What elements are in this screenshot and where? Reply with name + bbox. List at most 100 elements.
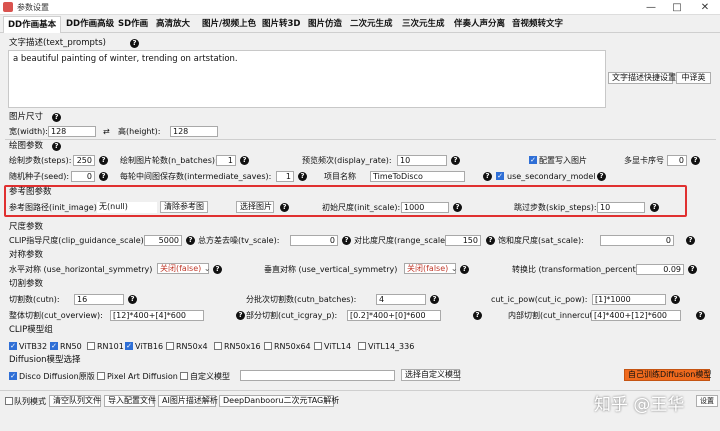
init-image-input[interactable]: 无(null) xyxy=(97,202,157,213)
write-config-label: 配置写入图片 xyxy=(539,156,587,165)
project-input[interactable]: TimeToDisco xyxy=(370,171,465,182)
minimize-button[interactable]: — xyxy=(640,0,662,15)
v-symmetry-select[interactable]: 关闭(false) ⌄ xyxy=(404,263,458,274)
help-icon[interactable]: ? xyxy=(280,203,289,212)
transformation-input[interactable]: 0.09 xyxy=(636,264,684,275)
clip-vitl14-checkbox[interactable] xyxy=(314,342,322,350)
select-image-button[interactable]: 选择图片 xyxy=(236,201,274,213)
cutn-batches-input[interactable]: 4 xyxy=(376,294,426,305)
cut-overview-input[interactable]: [12]*400+[4]*600 xyxy=(110,310,204,321)
help-icon[interactable]: ? xyxy=(483,172,492,181)
help-icon[interactable]: ? xyxy=(52,142,61,151)
train-diffusion-button[interactable]: 自己训练Diffusion模型 xyxy=(624,369,711,381)
maximize-button[interactable]: □ xyxy=(666,0,688,15)
cut-icgray-input[interactable]: [0.2]*400+[0]*600 xyxy=(347,310,441,321)
pixel-art-checkbox[interactable] xyxy=(97,372,105,380)
init-scale-input[interactable]: 1000 xyxy=(401,202,449,213)
clip-scale-input[interactable]: 5000 xyxy=(144,235,182,246)
clear-reference-button[interactable]: 清除参考图 xyxy=(160,201,208,213)
help-icon[interactable]: ? xyxy=(696,311,705,320)
tab-dd-advanced[interactable]: DD作画高级 xyxy=(62,16,118,33)
sat-scale-input[interactable]: 0 xyxy=(600,235,674,246)
tab-colorize[interactable]: 图片/视频上色 xyxy=(198,16,260,33)
choose-custom-model-button[interactable]: 选择自定义模型 xyxy=(401,369,461,381)
help-icon[interactable]: ? xyxy=(52,113,61,122)
help-icon[interactable]: ? xyxy=(213,265,222,274)
help-icon[interactable]: ? xyxy=(430,295,439,304)
clip-vitl14-336-label: ViTL14_336 xyxy=(368,342,415,351)
translate-button[interactable]: 中译英 xyxy=(676,72,711,84)
queue-mode-checkbox[interactable] xyxy=(5,397,13,405)
custom-model-checkbox[interactable] xyxy=(180,372,188,380)
swap-icon[interactable]: ⇄ xyxy=(103,126,110,137)
skip-steps-input[interactable]: 10 xyxy=(597,202,645,213)
clip-rn50-checkbox[interactable] xyxy=(50,342,58,350)
help-icon[interactable]: ? xyxy=(128,295,137,304)
steps-input[interactable]: 250 xyxy=(73,155,95,166)
tv-scale-input[interactable]: 0 xyxy=(290,235,338,246)
help-icon[interactable]: ? xyxy=(236,311,245,320)
height-input[interactable]: 128 xyxy=(170,126,218,137)
help-icon[interactable]: ? xyxy=(99,156,108,165)
help-icon[interactable]: ? xyxy=(460,265,469,274)
cut-ic-pow-input[interactable]: [1]*1000 xyxy=(592,294,666,305)
custom-model-path-input[interactable] xyxy=(240,370,395,381)
clip-rn50x64-checkbox[interactable] xyxy=(264,342,272,350)
help-icon[interactable]: ? xyxy=(691,156,700,165)
tab-3d[interactable]: 图片转3D xyxy=(258,16,304,33)
tab-sd[interactable]: SD作画 xyxy=(114,16,152,33)
intermediate-saves-input[interactable]: 1 xyxy=(276,171,294,182)
help-icon[interactable]: ? xyxy=(186,236,195,245)
h-symmetry-value: 关闭(false) xyxy=(160,264,202,273)
display-rate-input[interactable]: 10 xyxy=(397,155,447,166)
cutn-input[interactable]: 16 xyxy=(74,294,124,305)
help-icon[interactable]: ? xyxy=(130,39,139,48)
tab-imitate[interactable]: 图片仿造 xyxy=(304,16,346,33)
help-icon[interactable]: ? xyxy=(240,156,249,165)
help-icon[interactable]: ? xyxy=(486,236,495,245)
tab-vocal-separation[interactable]: 伴奏人声分离 xyxy=(450,16,509,33)
clip-rn101-checkbox[interactable] xyxy=(87,342,95,350)
help-icon[interactable]: ? xyxy=(688,265,697,274)
diffusion-section-label: Diffusion模型选择 xyxy=(9,355,81,365)
width-input[interactable]: 128 xyxy=(48,126,96,137)
tab-upscale[interactable]: 高清放大 xyxy=(152,16,194,33)
write-config-checkbox[interactable] xyxy=(529,156,537,164)
tab-realistic[interactable]: 三次元生成 xyxy=(398,16,449,33)
tab-speech-to-text[interactable]: 音视频转文字 xyxy=(508,16,567,33)
help-icon[interactable]: ? xyxy=(453,203,462,212)
close-button[interactable]: ✕ xyxy=(694,0,716,15)
help-icon[interactable]: ? xyxy=(671,295,680,304)
prompt-shortcut-button[interactable]: 文字描述快捷设置 xyxy=(608,72,676,84)
clear-queue-button[interactable]: 清空队列文件 xyxy=(49,395,101,407)
help-icon[interactable]: ? xyxy=(99,172,108,181)
help-icon[interactable]: ? xyxy=(473,311,482,320)
clip-rn50x4-checkbox[interactable] xyxy=(166,342,174,350)
card-input[interactable]: 0 xyxy=(667,155,687,166)
help-icon[interactable]: ? xyxy=(342,236,351,245)
batches-input[interactable]: 1 xyxy=(216,155,236,166)
help-icon[interactable]: ? xyxy=(650,203,659,212)
settings-button[interactable]: 设置 xyxy=(696,395,718,407)
ai-image-description-button[interactable]: AI图片描述解析 xyxy=(158,395,218,407)
clip-vitl14-336-checkbox[interactable] xyxy=(358,342,366,350)
cut-innercut-input[interactable]: [4]*400+[12]*600 xyxy=(591,310,681,321)
import-config-button[interactable]: 导入配置文件 xyxy=(104,395,156,407)
clip-rn50x16-checkbox[interactable] xyxy=(214,342,222,350)
disco-diffusion-checkbox[interactable] xyxy=(9,372,17,380)
help-icon[interactable]: ? xyxy=(686,236,695,245)
cut-ic-pow-label: cut_ic_pow(cut_ic_pow): xyxy=(491,295,588,304)
tv-scale-label: 总方差去噪(tv_scale): xyxy=(198,236,280,245)
help-icon[interactable]: ? xyxy=(298,172,307,181)
tab-dd-basic[interactable]: DD作画基本 xyxy=(3,16,62,33)
range-scale-input[interactable]: 150 xyxy=(445,235,481,246)
help-icon[interactable]: ? xyxy=(451,156,460,165)
deepdanbooru-button[interactable]: DeepDanbooru二次元TAG解析 xyxy=(219,395,339,407)
seed-input[interactable]: 0 xyxy=(71,171,95,182)
h-symmetry-select[interactable]: 关闭(false) ⌄ xyxy=(157,263,211,274)
tab-anime[interactable]: 二次元生成 xyxy=(346,16,397,33)
help-icon[interactable]: ? xyxy=(597,172,606,181)
clip-vitb16-checkbox[interactable] xyxy=(125,342,133,350)
secondary-model-checkbox[interactable] xyxy=(496,172,504,180)
clip-vitb32-checkbox[interactable] xyxy=(9,342,17,350)
